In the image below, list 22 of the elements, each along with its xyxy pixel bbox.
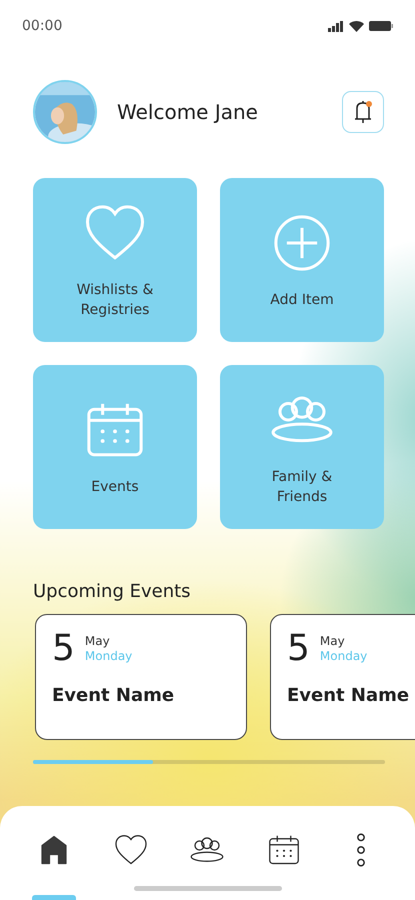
scrollbar-thumb[interactable] [33, 760, 153, 764]
signal-icon [328, 20, 344, 32]
menu-tile[interactable]: Add Item [220, 178, 384, 342]
welcome-text: Welcome Jane [117, 100, 259, 124]
wifi-icon [349, 20, 364, 32]
event-weekday: Monday [84, 649, 132, 664]
event-month: May [320, 634, 346, 649]
menu-tile[interactable]: Wishlists & Registries [33, 178, 197, 342]
status-time: 00:00 [22, 18, 62, 34]
more-icon [354, 832, 367, 868]
selected-tab-indicator [32, 895, 76, 900]
event-weekday: Monday [320, 649, 368, 664]
menu-tile[interactable]: Family & Friends [220, 365, 384, 529]
event-day: 5 [287, 629, 310, 669]
battery-icon [369, 21, 393, 31]
menu-tile[interactable]: Events [33, 365, 197, 529]
event-day: 5 [52, 629, 75, 669]
section-title: Upcoming Events [33, 581, 192, 602]
event-name: Event Name [52, 685, 176, 706]
event-month: May [84, 634, 111, 649]
event-name: Event Name [287, 685, 410, 706]
notification-button[interactable] [342, 91, 384, 133]
